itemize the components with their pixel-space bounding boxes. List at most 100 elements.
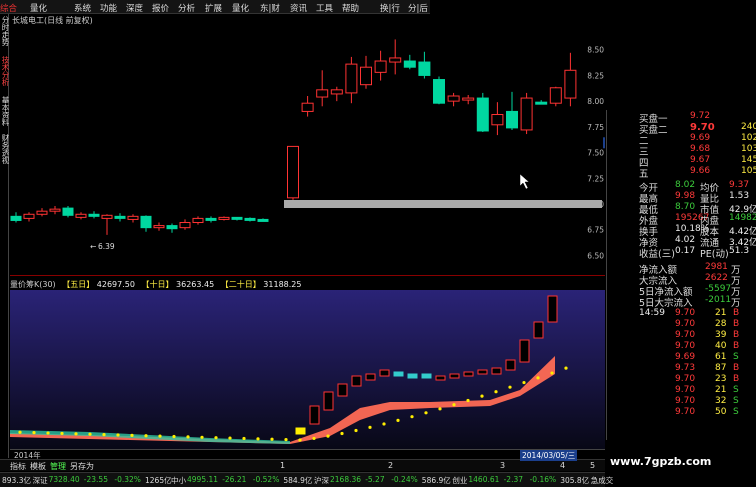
menu-item-1[interactable]: 系统 <box>74 2 91 14</box>
candle-body <box>360 66 372 86</box>
tick-volume: 40 <box>715 341 727 351</box>
menu-item-8[interactable]: 东|财 <box>260 2 280 14</box>
menu-item-5[interactable]: 分析 <box>178 2 195 14</box>
ma-dot <box>536 376 540 380</box>
flow-value: -5597 <box>705 284 732 294</box>
year-label: 2014年 <box>14 451 41 460</box>
menu-item-11[interactable]: 帮助 <box>342 2 359 14</box>
orderbook-volume: 105 <box>741 166 756 176</box>
tick-direction: S <box>733 407 739 417</box>
menu-tag-composite[interactable]: 综合 <box>0 2 17 14</box>
vol-kbar <box>547 295 558 323</box>
stat-value: 9.98 <box>675 191 696 201</box>
tick-direction: S <box>733 352 739 362</box>
candle-body <box>23 213 35 219</box>
volume-indicator-chart[interactable]: 5000045000400003500030000250002000015000… <box>10 278 605 449</box>
sidebar-tab-fundamentals[interactable]: 基本资料 <box>0 96 10 126</box>
orderbook-price: 9.68 <box>690 144 711 154</box>
tick-price: 9.70 <box>675 396 696 406</box>
ma-dot <box>32 431 36 435</box>
candle-body <box>418 61 431 76</box>
bottom-tab-3[interactable]: 另存为 <box>70 461 94 472</box>
menu-bar: 综合 量化 系统 功能 深度 报价 分析 扩展 量化 东|财 资讯 工具 帮助 换|行 分|后 <box>0 0 430 14</box>
indicator-title-row: 量价筹K(30) 【五日】 42697.50 【十日】 36263.45 【二十… <box>10 279 301 290</box>
candle-body <box>301 102 314 112</box>
ma-dot <box>18 430 22 434</box>
menu-item-3[interactable]: 深度 <box>126 2 143 14</box>
menu-item-13[interactable]: 分|后 <box>408 2 428 14</box>
y-tick-label: 7.75 <box>587 123 604 132</box>
vol-kbar <box>421 373 432 379</box>
candle-body <box>75 213 87 218</box>
ma-dot <box>340 431 344 436</box>
bottom-tab-6[interactable]: 3 <box>500 461 505 470</box>
bottom-tab-4[interactable]: 1 <box>280 461 285 470</box>
status-item: 创业 <box>452 476 468 485</box>
candle-body <box>316 89 329 98</box>
sidebar-tab-technical[interactable]: 技术分析 <box>0 56 10 86</box>
ma10-label: 【十日】 <box>141 280 174 289</box>
status-item: 586.9亿 <box>421 476 451 485</box>
bottom-tab-1[interactable]: 模板 <box>30 461 46 472</box>
candle-plot[interactable]: 8.508.258.007.757.507.257.006.756.506.39… <box>10 14 605 276</box>
ma-dot <box>228 436 232 440</box>
index-status-bar: 893.3亿 深证 7328.40 -23.55 -0.32% 1265亿 中小 4995.1… <box>0 472 613 487</box>
y-tick-label: 6.50 <box>587 251 604 260</box>
arrow-left-icon: ← <box>90 242 96 251</box>
quote-panel: 买盘一 9.72 买盘二 9.70 240 二 9.69 102 三 9.68 103 四 9.67 14… <box>606 110 756 440</box>
bottom-tab-0[interactable]: 指标 <box>10 461 26 472</box>
orderbook-price: 9.70 <box>690 122 715 133</box>
bottom-tab-2[interactable]: 管理 <box>50 461 66 472</box>
ma-dot <box>46 431 50 435</box>
tick-volume: 61 <box>715 352 727 362</box>
candle-body <box>114 215 126 219</box>
menu-item-0[interactable]: 量化 <box>30 2 47 14</box>
candlestick-chart[interactable]: 长城电工(日线 前复权) 8.508.258.007.757.507.257.0… <box>10 14 605 276</box>
candle-body <box>549 87 562 104</box>
menu-item-4[interactable]: 报价 <box>152 2 169 14</box>
flow-value: 2981 <box>705 262 728 272</box>
tick-price: 9.70 <box>675 385 696 395</box>
bottom-tab-8[interactable]: 5 <box>590 461 595 470</box>
y-tick-label: 7.25 <box>587 174 604 183</box>
ma-dot <box>130 433 134 437</box>
candle-body <box>535 101 548 105</box>
candle-body <box>231 216 243 220</box>
vol-kbar <box>505 359 516 371</box>
ma-dot <box>186 435 190 439</box>
y-tick-label: 8.00 <box>587 97 604 106</box>
sidebar-tab-financials[interactable]: 财务透视 <box>0 134 10 164</box>
tick-direction: B <box>733 308 740 318</box>
stat-label: PE(动) <box>700 249 729 260</box>
ma10-value: 36263.45 <box>176 280 215 289</box>
menu-item-9[interactable]: 资讯 <box>290 2 307 14</box>
y-tick-label: 6.75 <box>587 226 604 235</box>
candle-body <box>491 114 504 126</box>
candle-body <box>257 218 269 222</box>
ma-dot <box>74 432 78 436</box>
stat-value: 8.02 <box>675 180 696 190</box>
menu-item-6[interactable]: 扩展 <box>205 2 222 14</box>
vol-kbar <box>393 371 404 377</box>
volume-plot[interactable]: 5000045000400003500030000250002000015000 <box>10 278 605 449</box>
tick-price: 9.70 <box>675 374 696 384</box>
status-item: -0.32% <box>114 475 141 484</box>
ma-dot <box>368 425 372 429</box>
bottom-tab-5[interactable]: 2 <box>388 461 393 470</box>
sidebar-tab-intraday[interactable]: 分时走势 <box>0 16 10 46</box>
menu-item-12[interactable]: 换|行 <box>380 2 400 14</box>
menu-item-10[interactable]: 工具 <box>316 2 333 14</box>
tick-direction: B <box>733 374 740 384</box>
candle-body <box>88 213 100 217</box>
menu-item-7[interactable]: 量化 <box>232 2 249 14</box>
candle-body <box>374 60 387 73</box>
candle-body <box>403 60 416 68</box>
ma-dot <box>382 422 386 426</box>
y-tick-label: 8.50 <box>587 46 604 55</box>
tick-volume: 28 <box>715 319 727 329</box>
ma-dot <box>270 437 274 441</box>
vol-kbar <box>309 405 320 425</box>
bottom-tab-7[interactable]: 4 <box>560 461 565 470</box>
menu-item-2[interactable]: 功能 <box>100 2 117 14</box>
tick-price: 9.69 <box>675 352 696 362</box>
